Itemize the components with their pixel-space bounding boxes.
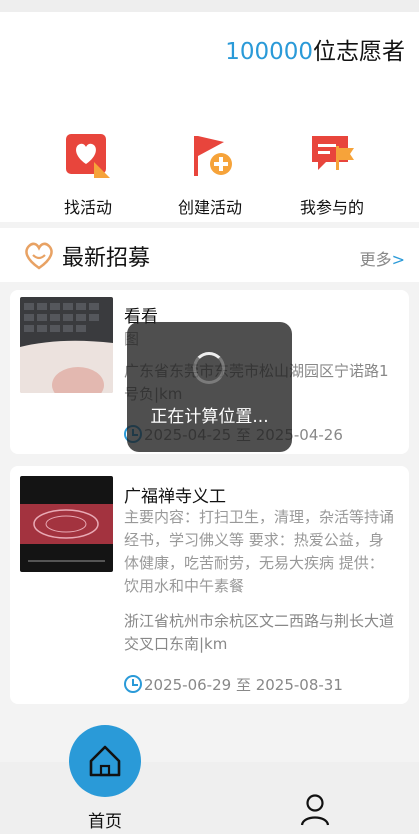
create-activity-label: 创建活动 bbox=[177, 198, 242, 217]
volunteer-count-label: 位志愿者 bbox=[313, 39, 405, 65]
more-link[interactable]: 更多> bbox=[360, 246, 405, 270]
my-participation-label: 我参与的 bbox=[299, 198, 364, 217]
find-activity-label: 找活动 bbox=[63, 198, 112, 217]
chat-flag-icon bbox=[310, 132, 354, 176]
more-arrow: > bbox=[391, 250, 405, 269]
loading-toast: 正在计算位置... bbox=[127, 322, 292, 452]
create-activity-button[interactable]: 创建活动 bbox=[150, 132, 270, 218]
status-bar bbox=[0, 0, 419, 12]
loading-text: 正在计算位置... bbox=[150, 407, 269, 427]
activity-thumbnail bbox=[20, 476, 113, 572]
activity-address: 浙江省杭州市余杭区文二西路与荆长大道交叉口东南|km bbox=[124, 612, 395, 653]
user-icon[interactable] bbox=[300, 794, 330, 826]
activity-description: 主要内容：打扫卫生，清理，杂活等持诵经书，学习佛义等 要求：热爱公益，身体健康，… bbox=[124, 508, 395, 595]
smile-heart-icon bbox=[25, 242, 53, 270]
find-activity-button[interactable]: 找活动 bbox=[28, 132, 148, 218]
clock-icon bbox=[124, 675, 142, 693]
activity-card[interactable]: 广福禅寺义工 主要内容：打扫卫生，清理，杂活等持诵经书，学习佛义等 要求：热爱公… bbox=[10, 466, 409, 704]
activity-thumbnail bbox=[20, 297, 113, 393]
more-label: 更多 bbox=[359, 250, 392, 269]
my-participation-button[interactable]: 我参与的 bbox=[272, 132, 392, 218]
house-icon bbox=[89, 745, 121, 777]
flag-plus-icon bbox=[188, 132, 232, 176]
section-title: 最新招募 bbox=[62, 246, 151, 271]
activity-date-text: 2025-06-29 至 2025-08-31 bbox=[144, 676, 343, 694]
loading-spinner-icon bbox=[193, 352, 225, 384]
home-tab-label[interactable]: 首页 bbox=[69, 807, 141, 832]
home-tab-button[interactable] bbox=[69, 725, 141, 797]
bottom-tab-bar bbox=[0, 762, 419, 834]
volunteer-count: 100000位志愿者 bbox=[225, 32, 405, 66]
volunteer-count-number: 100000 bbox=[225, 39, 313, 65]
recruit-section-header: 最新招募 更多> bbox=[0, 228, 419, 282]
activity-title: 广福禅寺义工 bbox=[124, 487, 226, 507]
activity-date: 2025-06-29 至 2025-08-31 bbox=[124, 674, 343, 695]
heart-card-icon bbox=[66, 132, 110, 178]
